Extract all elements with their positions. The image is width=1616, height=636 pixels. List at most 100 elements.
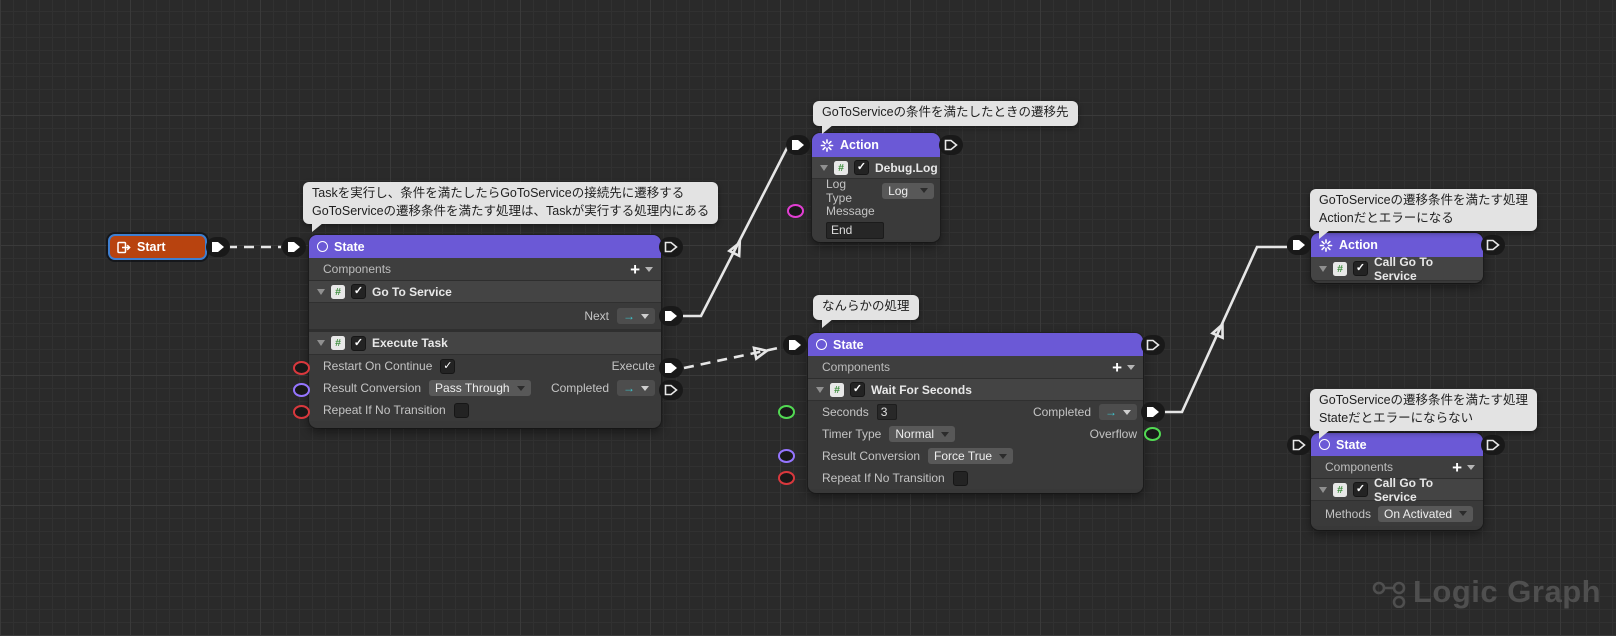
goto-service-enabled-checkbox[interactable]: ✓: [351, 284, 366, 299]
call-goto-service-component-header[interactable]: # ✓ Call Go To Service: [1311, 479, 1483, 501]
timer-type-row: Timer Type Normal Overflow: [808, 423, 1143, 445]
goto-service-component-header[interactable]: # ✓ Go To Service: [309, 281, 661, 303]
start-node-title: Start: [137, 240, 165, 254]
state2-node[interactable]: State Components + # ✓ Wait For Seconds …: [808, 333, 1143, 493]
action2-node[interactable]: Action # ✓ Call Go To Service: [1311, 233, 1483, 283]
state1-next-out-port[interactable]: [659, 306, 683, 326]
state2-seconds-port[interactable]: [778, 405, 795, 419]
state2-in-port[interactable]: [783, 335, 807, 355]
restart-on-continue-checkbox[interactable]: ✓: [440, 359, 455, 374]
foldout-icon[interactable]: [1319, 266, 1327, 272]
action2-out-port[interactable]: [1481, 235, 1505, 255]
state1-in-port[interactable]: [282, 237, 306, 257]
script-icon: #: [834, 161, 848, 175]
transition-arrow-icon: →: [623, 380, 635, 396]
call-goto-service-component-header[interactable]: # ✓ Call Go To Service: [1311, 257, 1483, 281]
start-out-port[interactable]: [206, 237, 230, 257]
state-icon: [1319, 439, 1330, 450]
transition-arrow-icon: →: [1105, 404, 1117, 420]
comment-line: なんらかの処理: [822, 298, 910, 316]
log-type-value: Log: [888, 184, 908, 198]
methods-label: Methods: [1325, 507, 1371, 521]
next-label: Next: [584, 309, 609, 323]
message-input[interactable]: [826, 222, 884, 239]
state2-completed-out-port[interactable]: [1141, 402, 1165, 422]
next-transition-dropdown[interactable]: →: [617, 308, 655, 324]
state3-in-port[interactable]: [1287, 435, 1311, 455]
comment-line: GoToServiceの遷移条件を満たす処理: [1319, 192, 1528, 210]
chevron-down-icon: [1123, 410, 1131, 415]
completed-transition-dropdown[interactable]: →: [617, 380, 655, 396]
state1-completed-out-port[interactable]: [659, 380, 683, 400]
state3-out-port[interactable]: [1481, 435, 1505, 455]
call-goto-service-enabled-checkbox[interactable]: ✓: [1353, 261, 1368, 276]
comment-state-ok: GoToServiceの遷移条件を満たす処理 Stateだとエラーにならない: [1310, 389, 1537, 431]
state1-header-out-port[interactable]: [659, 237, 683, 257]
seconds-input[interactable]: [877, 404, 897, 420]
action1-in-port[interactable]: [786, 135, 810, 155]
execute-task-component-header[interactable]: # ✓ Execute Task: [309, 332, 661, 355]
foldout-icon[interactable]: [816, 387, 824, 393]
state1-repeat-port[interactable]: [293, 405, 310, 419]
start-node[interactable]: Start: [108, 234, 207, 260]
state2-header-out-port[interactable]: [1141, 335, 1165, 355]
state1-components-row: Components +: [309, 258, 661, 281]
state1-restart-port[interactable]: [293, 361, 310, 375]
result-conversion-dropdown[interactable]: Force True: [928, 448, 1013, 464]
state1-result-port[interactable]: [293, 383, 310, 397]
chevron-down-icon: [1459, 511, 1467, 516]
completed-label: Completed: [551, 381, 609, 395]
call-goto-service-enabled-checkbox[interactable]: ✓: [1353, 482, 1368, 497]
action1-out-port[interactable]: [939, 135, 963, 155]
comment-line: GoToServiceの遷移条件を満たす処理: [1319, 392, 1528, 410]
methods-dropdown[interactable]: On Activated: [1378, 506, 1473, 522]
edge-next-to-action1[interactable]: [683, 146, 788, 316]
state1-execute-out-port[interactable]: [659, 358, 683, 378]
graph-canvas[interactable]: Logic Graph Start State Components +: [0, 0, 1616, 636]
completed-transition-dropdown[interactable]: →: [1099, 404, 1137, 420]
foldout-icon[interactable]: [1319, 487, 1327, 493]
foldout-icon[interactable]: [820, 165, 828, 171]
wait-for-seconds-enabled-checkbox[interactable]: ✓: [850, 382, 865, 397]
overflow-label: Overflow: [1090, 427, 1137, 441]
chevron-down-icon: [641, 314, 649, 319]
message-field-row: [812, 220, 940, 240]
log-type-dropdown[interactable]: Log: [882, 183, 934, 199]
action1-node[interactable]: Action # ✓ Debug.Log Log Type Log Messag…: [812, 133, 940, 242]
foldout-icon[interactable]: [317, 289, 325, 295]
seconds-label: Seconds: [822, 405, 869, 419]
action2-in-port[interactable]: [1287, 235, 1311, 255]
add-component-button[interactable]: +: [1112, 359, 1137, 376]
components-label: Components: [323, 262, 391, 276]
execute-task-enabled-checkbox[interactable]: ✓: [351, 336, 366, 351]
action1-message-port[interactable]: [787, 204, 804, 218]
result-conversion-dropdown[interactable]: Pass Through: [429, 380, 531, 396]
comment-action-error: GoToServiceの遷移条件を満たす処理 Actionだとエラーになる: [1310, 189, 1537, 231]
repeat-if-no-transition-label: Repeat If No Transition: [822, 471, 945, 485]
state2-overflow-port[interactable]: [1144, 427, 1161, 441]
state2-components-row: Components +: [808, 356, 1143, 379]
message-label-row: Message: [812, 202, 940, 220]
state2-repeat-port[interactable]: [778, 471, 795, 485]
repeat-if-no-transition-row: Repeat If No Transition: [309, 399, 661, 421]
repeat-if-no-transition-checkbox[interactable]: [953, 471, 968, 486]
comment-task-note: Taskを実行し、条件を満たしたらGoToServiceの接続先に遷移する Go…: [303, 182, 718, 224]
plus-icon: +: [1452, 459, 1462, 476]
call-goto-service-name: Call Go To Service: [1374, 476, 1477, 504]
add-component-button[interactable]: +: [1452, 459, 1477, 476]
state2-result-port[interactable]: [778, 449, 795, 463]
repeat-if-no-transition-checkbox[interactable]: [454, 403, 469, 418]
foldout-icon[interactable]: [317, 340, 325, 346]
execute-label: Execute: [612, 359, 655, 373]
state-icon: [816, 339, 827, 350]
chevron-down-icon: [920, 188, 928, 193]
repeat-if-no-transition-row: Repeat If No Transition: [808, 467, 1143, 489]
timer-type-dropdown[interactable]: Normal: [889, 426, 955, 442]
debug-log-enabled-checkbox[interactable]: ✓: [854, 160, 869, 175]
wait-for-seconds-component-header[interactable]: # ✓ Wait For Seconds: [808, 379, 1143, 401]
edge-completed-to-action2[interactable]: [1163, 247, 1287, 412]
components-label: Components: [1325, 460, 1393, 474]
add-component-button[interactable]: +: [630, 261, 655, 278]
state3-node[interactable]: State Components + # ✓ Call Go To Servic…: [1311, 433, 1483, 530]
state1-node[interactable]: State Components + # ✓ Go To Service Nex…: [309, 235, 661, 428]
